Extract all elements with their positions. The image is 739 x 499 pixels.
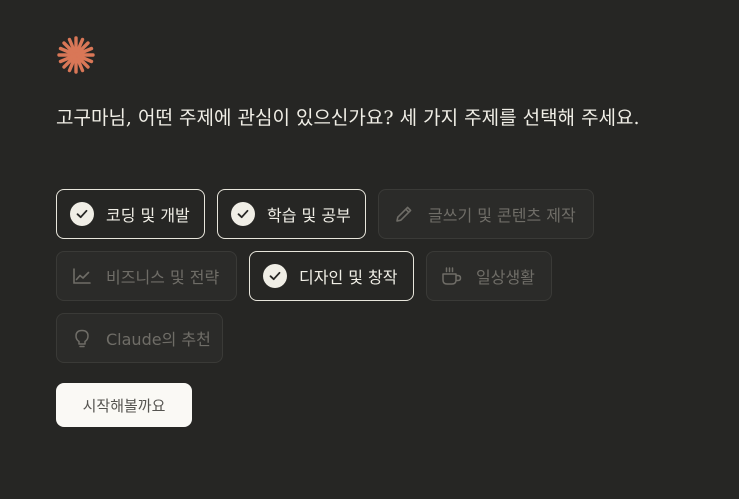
line-chart-icon bbox=[69, 263, 95, 289]
topic-chip-learning[interactable]: 학습 및 공부 bbox=[217, 189, 366, 239]
topic-chip-writing[interactable]: 글쓰기 및 콘텐츠 제작 bbox=[378, 189, 594, 239]
check-icon bbox=[230, 201, 256, 227]
onboarding-question: 고구마님, 어떤 주제에 관심이 있으신가요? 세 가지 주제를 선택해 주세요… bbox=[56, 107, 640, 129]
check-icon bbox=[262, 263, 288, 289]
topic-label: Claude의 추천 bbox=[106, 330, 211, 349]
topic-chip-claude-recommendation[interactable]: Claude의 추천 bbox=[56, 313, 223, 363]
topic-label: 코딩 및 개발 bbox=[106, 206, 190, 225]
claude-logo-icon bbox=[57, 36, 95, 74]
pencil-icon bbox=[391, 201, 417, 227]
topic-label: 학습 및 공부 bbox=[267, 206, 351, 225]
topic-label: 디자인 및 창작 bbox=[299, 268, 398, 287]
topic-label: 비즈니스 및 전략 bbox=[106, 268, 220, 287]
coffee-cup-icon bbox=[439, 263, 465, 289]
topic-chip-coding[interactable]: 코딩 및 개발 bbox=[56, 189, 205, 239]
topic-label: 일상생활 bbox=[476, 268, 535, 287]
topic-chip-daily-life[interactable]: 일상생활 bbox=[426, 251, 552, 301]
start-button[interactable]: 시작해볼까요 bbox=[56, 383, 192, 427]
check-icon bbox=[69, 201, 95, 227]
topic-chip-design[interactable]: 디자인 및 창작 bbox=[249, 251, 414, 301]
topic-label: 글쓰기 및 콘텐츠 제작 bbox=[428, 206, 576, 225]
topic-chip-business[interactable]: 비즈니스 및 전략 bbox=[56, 251, 237, 301]
lightbulb-icon bbox=[69, 325, 95, 351]
